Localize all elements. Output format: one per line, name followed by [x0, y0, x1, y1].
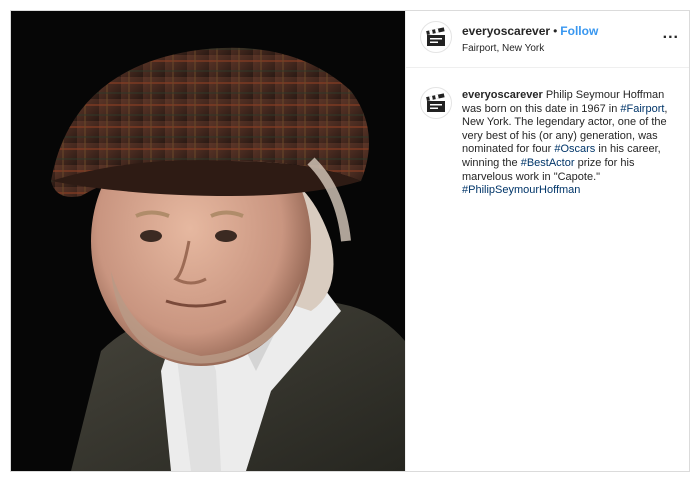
clapperboard-icon [426, 93, 445, 112]
avatar[interactable] [420, 21, 452, 53]
username-link[interactable]: everyoscarever [462, 24, 550, 38]
separator-dot: • [553, 24, 558, 38]
post-side-panel: everyoscarever • Follow Fairport, New York… [405, 11, 689, 471]
header-names: everyoscarever • Follow Fairport, New York [462, 22, 598, 54]
hashtag-link[interactable]: #BestActor [521, 157, 575, 169]
clapperboard-icon [426, 27, 445, 46]
portrait-photo [11, 11, 405, 471]
more-options-button[interactable]: ... [663, 25, 679, 43]
caption-avatar[interactable] [420, 87, 452, 119]
caption-text: everyoscarever Philip Seymour Hoffman wa… [462, 89, 670, 198]
hashtag-link[interactable]: #PhilipSeymourHoffman [462, 184, 580, 196]
instagram-post: everyoscarever • Follow Fairport, New York… [10, 10, 690, 472]
post-photo[interactable] [11, 11, 405, 471]
post-header: everyoscarever • Follow Fairport, New York… [406, 11, 689, 68]
follow-button[interactable]: Follow [560, 24, 598, 38]
location-link[interactable]: Fairport, New York [462, 43, 598, 54]
hashtag-link[interactable]: #Fairport [620, 103, 664, 115]
hashtag-link[interactable]: #Oscars [554, 143, 595, 155]
caption-username[interactable]: everyoscarever [462, 89, 543, 101]
